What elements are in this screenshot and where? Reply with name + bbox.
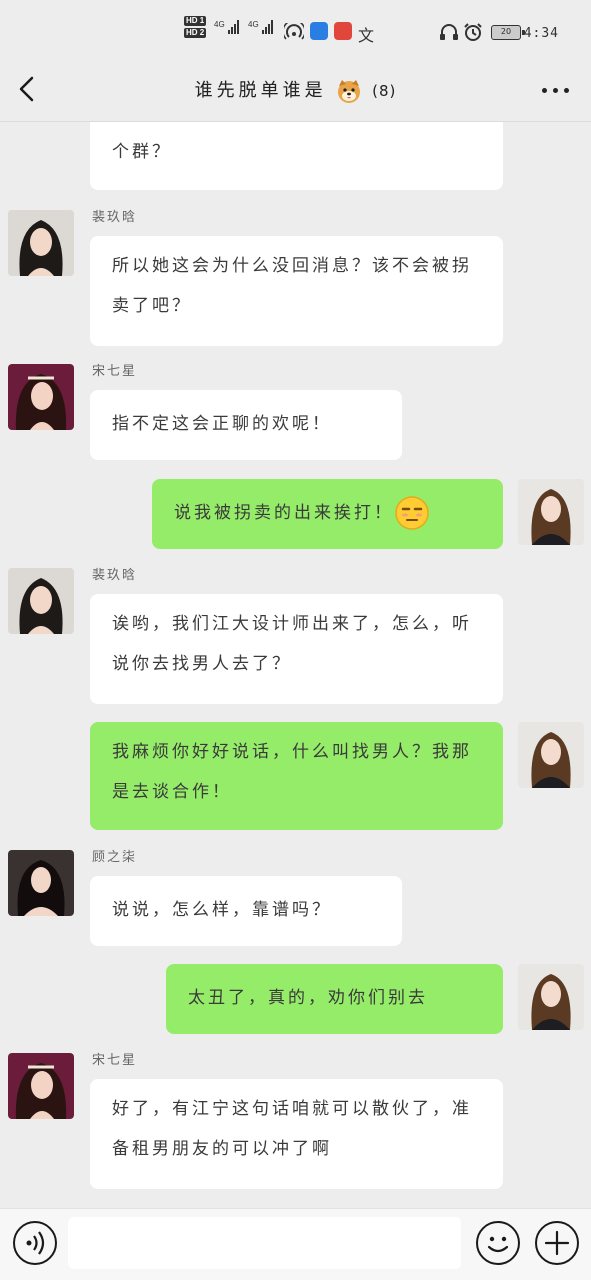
message-text: 说我被拐卖的出来挨打！ (174, 503, 394, 523)
sim-indicators: HD 1 HD 2 (184, 16, 207, 40)
message-list[interactable]: 个群？ 裴玖晗 所以她这会为什么没回消息？该不会被拐卖了吧？ 宋七星 指不定这会… (0, 122, 591, 1210)
avatar[interactable] (518, 722, 584, 788)
message-input[interactable] (68, 1217, 461, 1269)
add-button[interactable] (535, 1221, 579, 1265)
avatar[interactable] (8, 850, 74, 916)
alarm-icon (463, 22, 483, 45)
dot-icon (542, 88, 547, 93)
message-bubble[interactable]: 说我被拐卖的出来挨打！ (152, 479, 503, 549)
app-icon-blue (310, 22, 328, 43)
hd2-badge: HD 2 (184, 28, 207, 38)
clock: 4:34 (523, 26, 559, 41)
avatar[interactable] (518, 479, 584, 545)
group-name: 谁先脱单谁是 (194, 80, 327, 101)
message-bubble[interactable]: 所以她这会为什么没回消息？该不会被拐卖了吧？ (90, 236, 503, 346)
message-bubble[interactable]: 太丑了，真的，劝你们别去 (166, 964, 503, 1034)
network-type-1: 4G (214, 20, 225, 29)
sender-name: 裴玖晗 (92, 210, 138, 225)
sender-name: 裴玖晗 (92, 568, 138, 583)
chat-header: 谁先脱单谁是 (8) (0, 60, 591, 122)
signal-1: 4G (214, 20, 239, 37)
avatar[interactable] (518, 964, 584, 1030)
network-type-2: 4G (248, 20, 259, 29)
sender-name: 顾之柒 (92, 850, 138, 865)
dot-icon (553, 88, 558, 93)
hotspot-icon (282, 19, 306, 44)
input-bar (0, 1208, 591, 1280)
chat-title: 谁先脱单谁是 (8) (0, 76, 591, 104)
member-count: (8) (372, 82, 397, 100)
message-bubble[interactable]: 说说，怎么样，靠谱吗？ (90, 876, 402, 946)
sender-name: 宋七星 (92, 1053, 138, 1068)
dot-icon (564, 88, 569, 93)
message-bubble[interactable]: 指不定这会正聊的欢呢！ (90, 390, 402, 460)
app-icon-red (334, 22, 352, 43)
message-bubble[interactable]: 我麻烦你好好说话，什么叫找男人？我那是去谈合作！ (90, 722, 503, 830)
unamused-emoji-icon (395, 496, 429, 530)
dog-emoji-icon (338, 80, 361, 103)
signal-2: 4G (248, 20, 273, 37)
plus-icon (544, 1230, 570, 1256)
hd1-badge: HD 1 (184, 16, 207, 26)
headphones-icon (439, 23, 459, 44)
ime-indicator: 文 (358, 28, 375, 45)
voice-button[interactable] (13, 1221, 57, 1265)
voice-icon (26, 1231, 45, 1255)
emoji-button[interactable] (476, 1221, 520, 1265)
message-bubble[interactable]: 好了，有江宁这句话咱就可以散伙了，准备租男朋友的可以冲了啊 (90, 1079, 503, 1189)
sender-name: 宋七星 (92, 364, 138, 379)
avatar[interactable] (8, 210, 74, 276)
avatar[interactable] (8, 1053, 74, 1119)
signal-bars-icon (227, 20, 239, 34)
avatar[interactable] (8, 568, 74, 634)
signal-bars-icon (261, 20, 273, 34)
battery-icon: 20 (491, 25, 525, 40)
smiley-icon (487, 1236, 509, 1253)
avatar[interactable] (8, 364, 74, 430)
message-bubble[interactable]: 诶哟，我们江大设计师出来了，怎么，听说你去找男人去了？ (90, 594, 503, 704)
status-bar: HD 1 HD 2 4G 4G 文 20 4:34 (0, 0, 591, 60)
message-bubble[interactable]: 个群？ (90, 122, 503, 190)
more-options-button[interactable] (542, 88, 569, 93)
